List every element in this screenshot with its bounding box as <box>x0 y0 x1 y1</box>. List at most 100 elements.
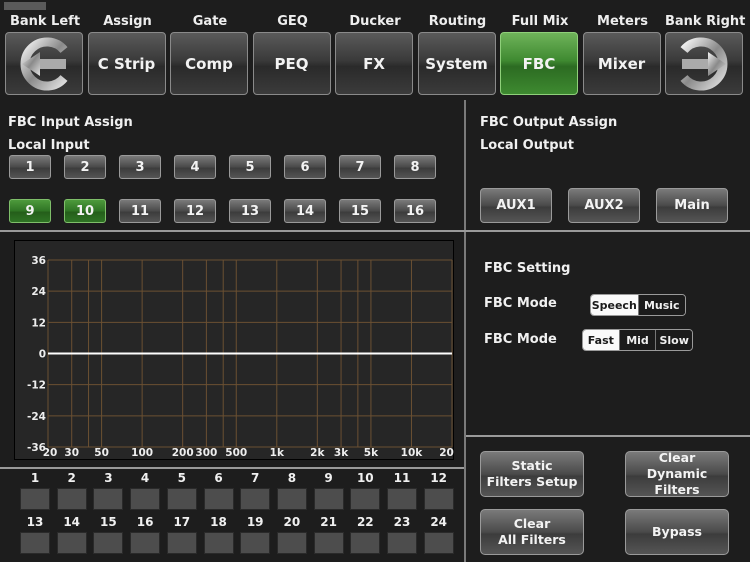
channel-15-slot[interactable] <box>93 532 124 554</box>
fbc-mode-speed-label: FBC Mode <box>484 332 557 347</box>
channel-number: 15 <box>100 515 117 529</box>
input-14-button[interactable]: 14 <box>284 199 326 223</box>
mode-fast-option[interactable]: Fast <box>583 330 619 350</box>
channel-19-slot[interactable] <box>240 532 271 554</box>
static-filters-setup-button[interactable]: Static Filters Setup <box>480 451 584 497</box>
input-9-button[interactable]: 9 <box>9 199 51 223</box>
divider-vertical <box>464 100 466 562</box>
channel-12-slot[interactable] <box>423 488 454 510</box>
input-2-button[interactable]: 2 <box>64 155 106 179</box>
channel-9-slot[interactable] <box>313 488 344 510</box>
input-15-button[interactable]: 15 <box>339 199 381 223</box>
channel-13-slot[interactable] <box>20 532 50 554</box>
input-3-button[interactable]: 3 <box>119 155 161 179</box>
divider-horizontal <box>0 230 750 232</box>
channel-2-slot[interactable] <box>56 488 87 510</box>
channel-18-slot[interactable] <box>203 532 234 554</box>
nav-caption: GEQ <box>277 14 308 29</box>
channel-8-slot[interactable] <box>276 488 307 510</box>
input-1-button[interactable]: 1 <box>9 155 51 179</box>
channel-number: 14 <box>63 515 81 529</box>
x-tick-label: 300 <box>195 447 217 459</box>
bank-right-button[interactable] <box>665 32 743 95</box>
channel-5-slot[interactable] <box>166 488 197 510</box>
x-tick-label: 30 <box>64 447 79 459</box>
x-tick-label: 10k <box>401 447 424 459</box>
input-8-button[interactable]: 8 <box>394 155 436 179</box>
x-tick-label: 3k <box>334 447 349 459</box>
nav-tab-peq[interactable]: PEQ <box>252 32 331 95</box>
channel-11-slot[interactable] <box>387 488 417 510</box>
nav-caption: Gate <box>192 14 228 29</box>
channel-number: 20 <box>283 515 301 529</box>
nav-column: Routing System <box>417 12 498 96</box>
channel-number: 5 <box>177 471 186 485</box>
x-tick-label: 100 <box>131 447 153 459</box>
channel-6-slot[interactable] <box>203 488 234 510</box>
channel-7-slot[interactable] <box>240 488 271 510</box>
nav-tab-fbc[interactable]: FBC <box>500 32 578 95</box>
channel-1-slot[interactable] <box>20 488 50 510</box>
channel-number: 1 <box>30 471 40 485</box>
nav-tab-c-strip[interactable]: C Strip <box>87 32 166 95</box>
input-7-button[interactable]: 7 <box>339 155 381 179</box>
bank-left-button[interactable] <box>5 32 83 95</box>
nav-tab-mixer[interactable]: Mixer <box>582 32 661 95</box>
channel-4-slot[interactable] <box>130 488 161 510</box>
channel-22-slot[interactable] <box>350 532 381 554</box>
mode-slow-option[interactable]: Slow <box>655 330 692 350</box>
nav-caption: Bank Left <box>9 14 81 29</box>
channel-14-slot[interactable] <box>56 532 87 554</box>
channel-20-slot[interactable] <box>276 532 307 554</box>
output-aux1-button[interactable]: AUX1 <box>480 188 552 223</box>
output-aux2-button[interactable]: AUX2 <box>568 188 640 223</box>
y-tick-label: 36 <box>31 255 46 267</box>
divider-horizontal <box>466 435 750 437</box>
channel-10-slot[interactable] <box>350 488 381 510</box>
fbc-setting-title: FBC Setting <box>484 261 571 276</box>
channel-17-slot[interactable] <box>166 532 197 554</box>
clear-all-filters-button[interactable]: Clear All Filters <box>480 509 584 555</box>
mode-speech-option[interactable]: Speech <box>591 295 638 315</box>
channel-number: 6 <box>214 471 223 485</box>
channel-number: 17 <box>173 515 191 529</box>
input-6-button[interactable]: 6 <box>284 155 326 179</box>
nav-caption: Meters <box>597 14 648 29</box>
nav-column: Assign C Strip <box>87 12 168 96</box>
x-tick-label: 20k <box>439 447 454 459</box>
nav-tab-system[interactable]: System <box>417 32 496 95</box>
channel-3-slot[interactable] <box>93 488 124 510</box>
output-assign-title: FBC Output Assign <box>480 115 618 130</box>
output-main-button[interactable]: Main <box>656 188 728 223</box>
input-13-button[interactable]: 13 <box>229 199 271 223</box>
channel-number: 13 <box>26 515 44 529</box>
nav-tab-comp[interactable]: Comp <box>170 32 248 95</box>
channel-16-slot[interactable] <box>130 532 161 554</box>
button-label: Clear <box>658 450 696 465</box>
mode-music-option[interactable]: Music <box>637 295 685 315</box>
input-4-button[interactable]: 4 <box>174 155 216 179</box>
bypass-button[interactable]: Bypass <box>625 509 729 555</box>
nav-column: Ducker FX <box>335 12 415 96</box>
channel-number: 12 <box>430 471 448 485</box>
channel-21-slot[interactable] <box>313 532 344 554</box>
input-16-button[interactable]: 16 <box>394 199 436 223</box>
mode-mid-option[interactable]: Mid <box>618 330 656 350</box>
fbc-mode-speed-toggle: Fast Mid Slow <box>582 329 693 351</box>
arrow-right-icon <box>680 37 728 90</box>
clear-dynamic-filters-button[interactable]: Clear Dynamic Filters <box>625 450 729 497</box>
input-assign-title: FBC Input Assign <box>8 115 133 130</box>
y-tick-label: 0 <box>39 349 46 361</box>
input-12-button[interactable]: 12 <box>174 199 216 223</box>
channel-number: 9 <box>324 471 333 485</box>
input-10-button[interactable]: 10 <box>64 199 106 223</box>
nav-tab-fx[interactable]: FX <box>335 32 413 95</box>
channel-number: 24 <box>430 515 448 529</box>
x-tick-label: 1k <box>270 447 285 459</box>
x-tick-label: 20 <box>43 447 58 459</box>
input-5-button[interactable]: 5 <box>229 155 271 179</box>
input-11-button[interactable]: 11 <box>119 199 161 223</box>
channel-23-slot[interactable] <box>387 532 417 554</box>
channel-24-slot[interactable] <box>423 532 454 554</box>
arrow-left-icon <box>20 37 68 90</box>
